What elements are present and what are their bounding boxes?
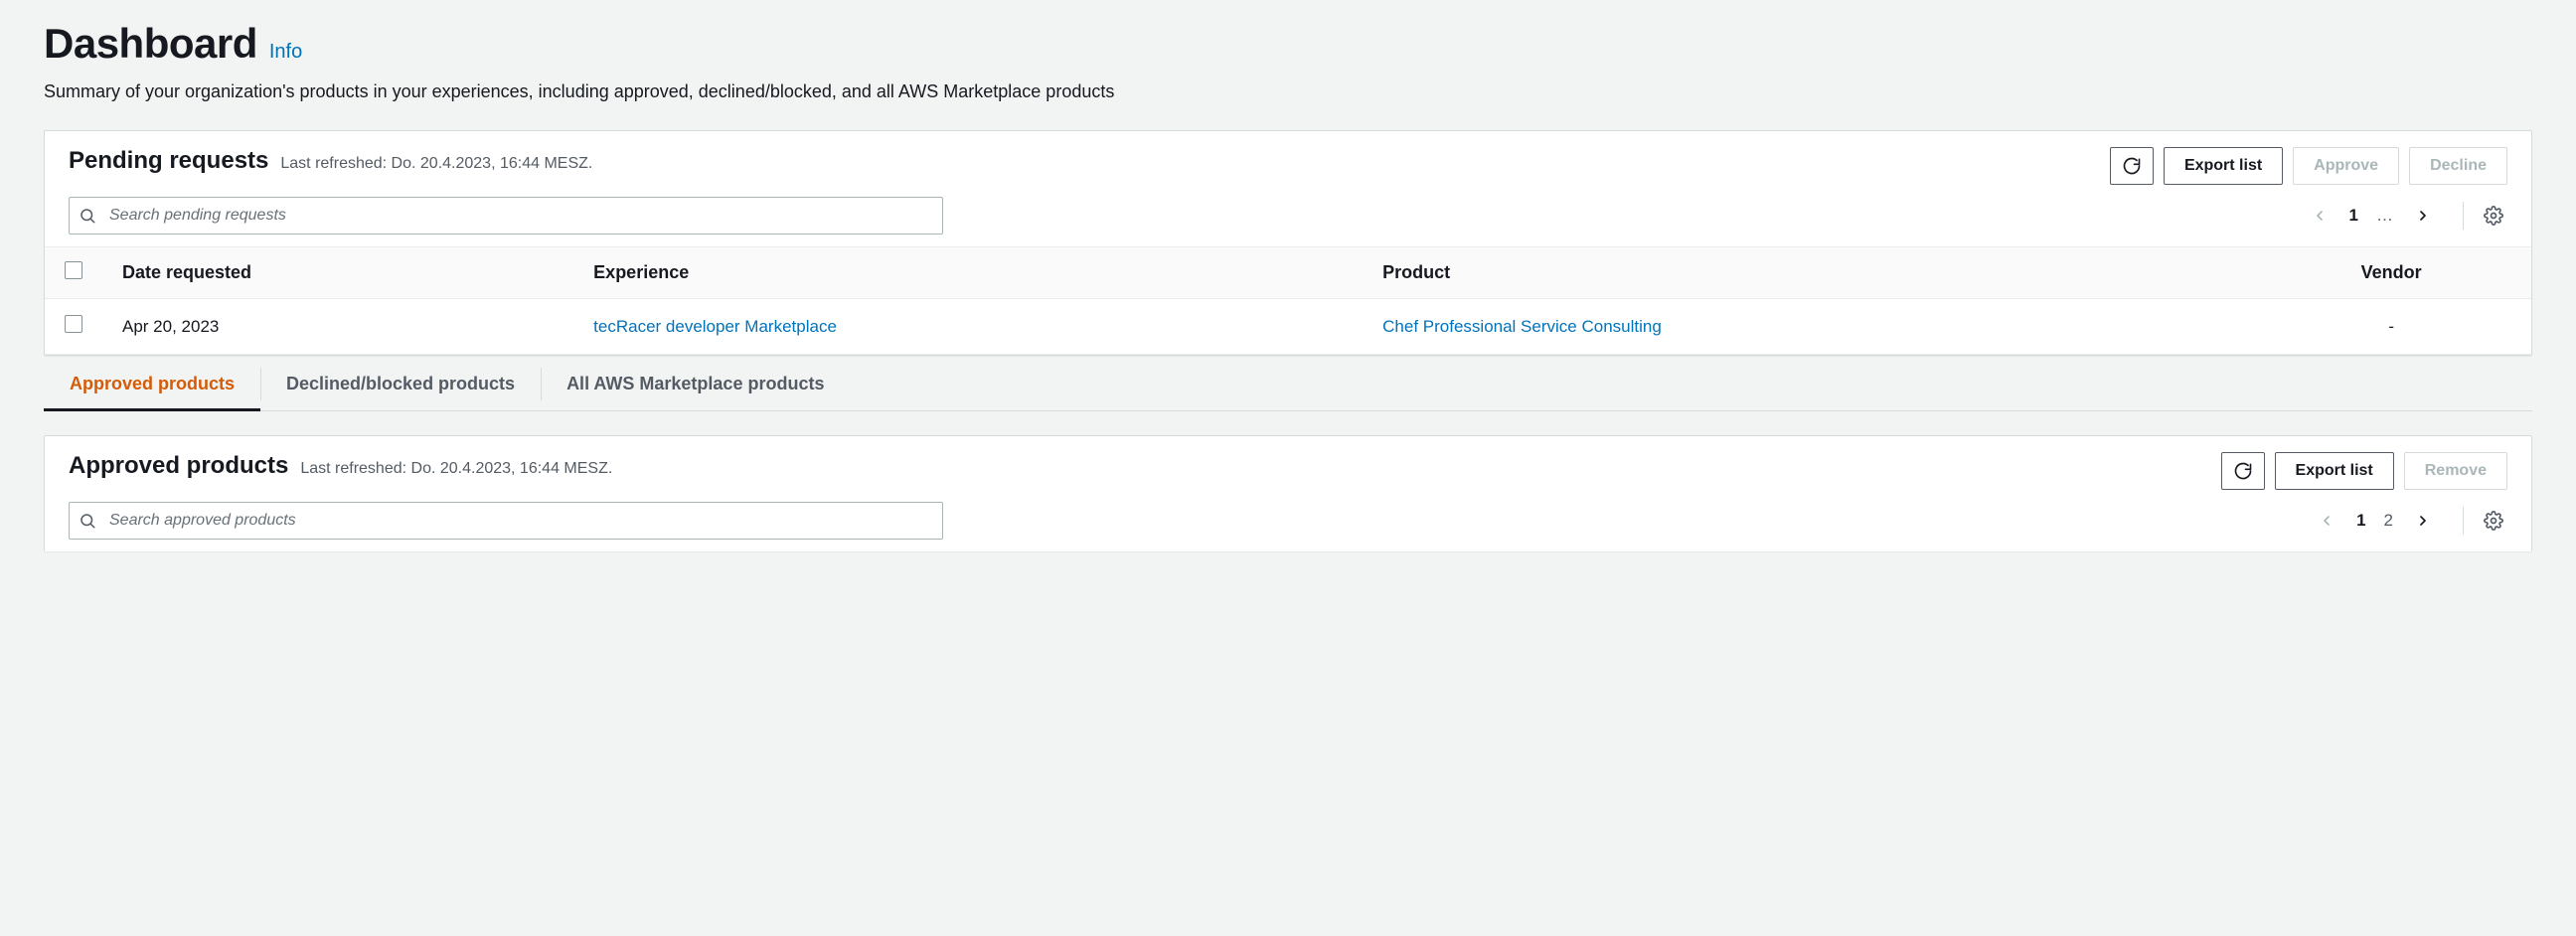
page-number[interactable]: 1	[2349, 206, 2358, 226]
approved-settings-button[interactable]	[2463, 507, 2507, 535]
gear-icon	[2484, 206, 2503, 226]
approved-prev-page-button[interactable]	[2315, 509, 2338, 533]
chevron-left-icon	[2312, 208, 2328, 224]
col-date[interactable]: Date requested	[102, 247, 573, 299]
approved-refresh-button[interactable]	[2221, 452, 2265, 490]
approved-title: Approved products	[69, 452, 288, 480]
settings-button[interactable]	[2463, 202, 2507, 230]
approved-export-button[interactable]: Export list	[2275, 452, 2394, 490]
refresh-button[interactable]	[2110, 147, 2154, 185]
approved-next-page-button[interactable]	[2411, 509, 2435, 533]
export-list-button[interactable]: Export list	[2164, 147, 2283, 185]
page-subtitle: Summary of your organization's products …	[44, 81, 2532, 102]
gear-icon	[2484, 511, 2503, 531]
cell-product-link[interactable]: Chef Professional Service Consulting	[1382, 317, 1662, 336]
row-checkbox[interactable]	[65, 315, 82, 333]
pending-title: Pending requests	[69, 147, 268, 175]
col-experience[interactable]: Experience	[573, 247, 1363, 299]
page-header: Dashboard Info Summary of your organizat…	[44, 20, 2532, 102]
pending-refreshed: Last refreshed: Do. 20.4.2023, 16:44 MES…	[280, 155, 592, 173]
page-number-2[interactable]: 2	[2384, 511, 2393, 531]
approve-button[interactable]: Approve	[2293, 147, 2399, 185]
approved-refreshed: Last refreshed: Do. 20.4.2023, 16:44 MES…	[300, 460, 612, 478]
pending-pager: 1 …	[2308, 202, 2507, 230]
tab-approved[interactable]: Approved products	[44, 358, 260, 410]
table-row: Apr 20, 2023 tecRacer developer Marketpl…	[45, 299, 2531, 355]
search-icon	[79, 207, 96, 225]
approved-search-input[interactable]	[69, 502, 943, 540]
cell-vendor: -	[2251, 299, 2531, 355]
chevron-right-icon	[2415, 513, 2431, 529]
prev-page-button[interactable]	[2308, 204, 2332, 228]
cell-date: Apr 20, 2023	[102, 299, 573, 355]
search-icon	[79, 512, 96, 530]
col-vendor[interactable]: Vendor	[2251, 247, 2531, 299]
approved-products-panel: Approved products Last refreshed: Do. 20…	[44, 435, 2532, 551]
approved-pager: 1 2	[2315, 507, 2507, 535]
col-product[interactable]: Product	[1363, 247, 2251, 299]
cell-experience-link[interactable]: tecRacer developer Marketplace	[593, 317, 837, 336]
approved-remove-button[interactable]: Remove	[2404, 452, 2507, 490]
pending-search-input[interactable]	[69, 197, 943, 234]
page-number-1[interactable]: 1	[2356, 511, 2365, 531]
decline-button[interactable]: Decline	[2409, 147, 2507, 185]
chevron-right-icon	[2415, 208, 2431, 224]
page-title: Dashboard	[44, 20, 257, 68]
tab-all[interactable]: All AWS Marketplace products	[541, 358, 850, 410]
pending-requests-panel: Pending requests Last refreshed: Do. 20.…	[44, 130, 2532, 356]
product-tabs: Approved products Declined/blocked produ…	[44, 358, 2532, 411]
tab-declined[interactable]: Declined/blocked products	[260, 358, 541, 410]
next-page-button[interactable]	[2411, 204, 2435, 228]
refresh-icon	[2233, 461, 2253, 481]
chevron-left-icon	[2319, 513, 2334, 529]
page-ellipsis: …	[2376, 206, 2393, 226]
info-link[interactable]: Info	[269, 41, 302, 64]
pending-table: Date requested Experience Product Vendor…	[45, 246, 2531, 355]
select-all-checkbox[interactable]	[65, 261, 82, 279]
refresh-icon	[2122, 156, 2142, 176]
